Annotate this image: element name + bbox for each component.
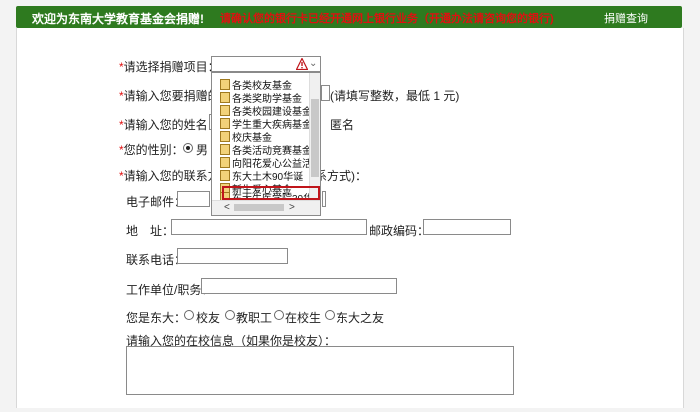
identity-friend-radio[interactable]: [325, 310, 335, 320]
contact-hint: 系方式)：: [315, 169, 367, 183]
postcode-label: 邮政编码：: [369, 224, 430, 238]
chevron-down-icon[interactable]: ⌄: [309, 58, 317, 69]
address-input[interactable]: [171, 219, 367, 235]
folder-icon: [220, 170, 230, 181]
amount-input[interactable]: [321, 85, 330, 101]
dropdown-item[interactable]: 向阳花爱心公益活: [220, 155, 312, 170]
identity-student-radio[interactable]: [274, 310, 284, 320]
identity-staff-label: 教职工: [236, 311, 273, 325]
gender-male-radio[interactable]: [183, 143, 193, 153]
identity-staff-radio[interactable]: [225, 310, 235, 320]
identity-alumni-radio[interactable]: [184, 310, 194, 320]
dropdown-item[interactable]: 各类活动竞赛基金: [220, 142, 312, 157]
postcode-input[interactable]: [423, 219, 511, 235]
address-label: 地 址：: [126, 224, 175, 238]
folder-icon: [220, 118, 230, 129]
name-label: *请输入您的姓名：: [119, 118, 220, 132]
email-input-edge: [322, 191, 326, 207]
phone-input[interactable]: [177, 248, 288, 264]
warning-icon: [296, 58, 308, 70]
folder-icon: [220, 105, 230, 116]
bank-notice: 请确认您的银行卡已经开通网上银行业务（开通办法请咨询您的银行): [220, 13, 554, 25]
work-input[interactable]: [201, 278, 397, 294]
identity-alumni-label: 校友: [196, 311, 221, 325]
identity-label: 您是东大：: [126, 311, 187, 325]
identity-student-label: 在校生: [285, 311, 322, 325]
project-select[interactable]: ⌄: [211, 56, 321, 72]
gender-male-label: 男: [196, 143, 209, 157]
amount-hint: (请填写整数，最低 1 元): [330, 89, 460, 103]
school-info-textarea[interactable]: [126, 346, 514, 395]
dropdown-item[interactable]: 各类奖助学基金: [220, 90, 302, 105]
folder-icon: [220, 157, 230, 168]
dropdown-item[interactable]: 校庆基金: [220, 129, 272, 144]
dropdown-item[interactable]: 学生重大疾病基金: [220, 116, 312, 131]
gender-label: *您的性别：: [119, 143, 184, 157]
anonymous-option[interactable]: 匿名: [330, 116, 354, 133]
email-input[interactable]: [177, 191, 210, 207]
identity-friend-label: 东大之友: [336, 311, 385, 325]
folder-icon: [220, 144, 230, 155]
folder-icon: [220, 79, 230, 90]
dropdown-horizontal-scrollbar[interactable]: < >: [212, 200, 320, 215]
dropdown-item[interactable]: 各类校园建设基金: [220, 103, 312, 118]
header-bar: 欢迎为东南大学教育基金会捐赠! 请确认您的银行卡已经开通网上银行业务（开通办法请…: [16, 6, 682, 28]
folder-icon: [220, 92, 230, 103]
scroll-left-icon[interactable]: <: [224, 202, 230, 213]
welcome-text: 欢迎为东南大学教育基金会捐赠!: [32, 12, 204, 26]
dropdown-vertical-scrollbar[interactable]: [309, 73, 320, 201]
dropdown-item[interactable]: 东大土木90华诞: [220, 168, 303, 183]
folder-icon: [220, 131, 230, 142]
dropdown-item[interactable]: 各类校友基金: [220, 77, 292, 92]
scroll-right-icon[interactable]: >: [289, 202, 295, 213]
scrollbar-thumb[interactable]: [234, 204, 284, 211]
donation-query-link[interactable]: 捐赠查询: [604, 10, 648, 26]
scrollbar-thumb[interactable]: [311, 99, 319, 177]
project-label: *请选择捐赠项目：: [119, 60, 220, 74]
selection-highlight: [222, 186, 320, 200]
